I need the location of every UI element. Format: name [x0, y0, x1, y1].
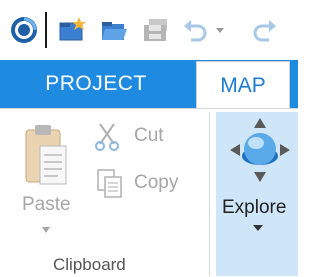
paste-label: Paste — [22, 194, 71, 215]
explore-label: Explore — [222, 197, 287, 218]
new-project-icon[interactable] — [54, 12, 90, 48]
cut-label: Cut — [134, 125, 164, 146]
chevron-down-icon — [253, 225, 263, 231]
quick-access-toolbar — [0, 0, 298, 60]
copy-button[interactable]: Copy — [92, 166, 206, 202]
save-project-icon[interactable] — [138, 12, 174, 48]
undo-icon[interactable] — [180, 12, 210, 48]
paste-button[interactable]: Paste — [18, 116, 78, 238]
explore-button[interactable] — [216, 112, 298, 276]
copy-icon — [97, 169, 122, 198]
undo-dropdown-icon[interactable] — [212, 12, 228, 48]
cut-button[interactable]: Cut — [92, 120, 202, 154]
redo-icon[interactable] — [250, 12, 280, 48]
scissors-icon — [95, 123, 119, 151]
paste-icon — [25, 125, 67, 185]
toolbar-separator — [45, 12, 47, 48]
open-project-icon[interactable] — [96, 12, 132, 48]
copy-label: Copy — [134, 172, 179, 193]
tab-project[interactable]: PROJECT — [0, 60, 192, 108]
chevron-down-icon — [42, 227, 50, 233]
app-logo-icon[interactable] — [8, 12, 40, 48]
clipboard-group-label: Clipboard — [53, 255, 126, 274]
group-separator — [209, 112, 210, 276]
explore-navigation-icon — [230, 118, 290, 182]
tab-map[interactable]: MAP — [196, 61, 290, 110]
